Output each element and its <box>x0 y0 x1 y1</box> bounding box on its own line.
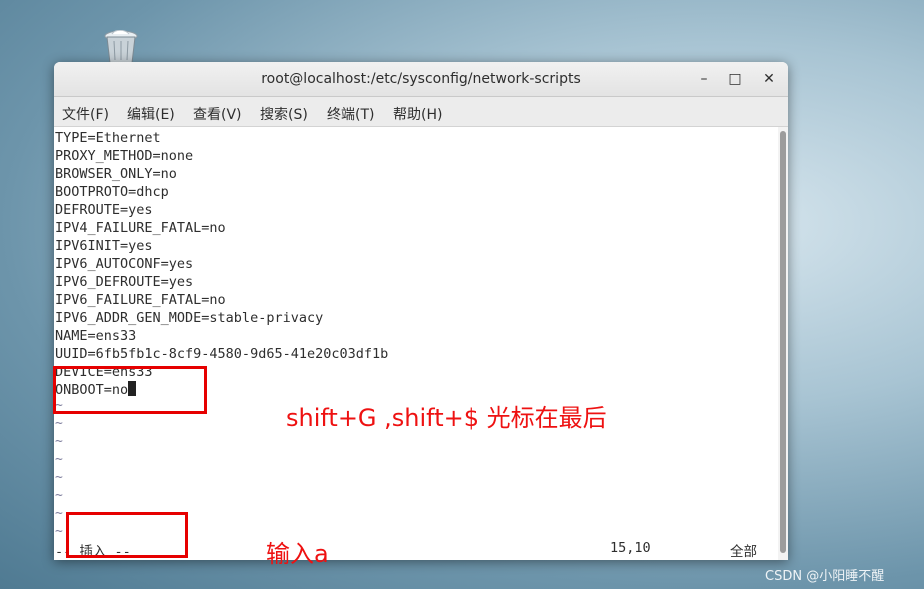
config-line: IPV6INIT=yes <box>55 238 153 254</box>
config-line: TYPE=Ethernet <box>55 130 161 146</box>
config-line: BROWSER_ONLY=no <box>55 166 177 182</box>
config-line: IPV6_AUTOCONF=yes <box>55 256 194 272</box>
scrollbar[interactable] <box>778 127 788 560</box>
title-bar[interactable]: root@localhost:/etc/sysconfig/network-sc… <box>54 62 788 97</box>
empty-line-marker: ~ <box>55 416 63 431</box>
scrollbar-thumb[interactable] <box>780 131 786 553</box>
terminal-window: root@localhost:/etc/sysconfig/network-sc… <box>54 62 788 560</box>
menu-edit[interactable]: 编辑(E) <box>127 104 175 124</box>
config-line: IPV6_DEFROUTE=yes <box>55 274 194 290</box>
config-line: UUID=6fb5fb1c-8cf9-4580-9d65-41e20c03df1… <box>55 346 389 362</box>
menu-help[interactable]: 帮助(H) <box>393 104 442 124</box>
menu-bar: 文件(F) 编辑(E) 查看(V) 搜索(S) 终端(T) 帮助(H) <box>54 97 788 127</box>
cursor-position: 15,10 <box>610 540 651 556</box>
config-line: PROXY_METHOD=none <box>55 148 194 164</box>
menu-search[interactable]: 搜索(S) <box>260 104 308 124</box>
config-line: NAME=ens33 <box>55 328 137 344</box>
menu-view[interactable]: 查看(V) <box>193 104 242 124</box>
config-line: IPV4_FAILURE_FATAL=no <box>55 220 226 236</box>
maximize-button[interactable]: □ <box>726 70 744 88</box>
empty-line-marker: ~ <box>55 452 63 467</box>
minimize-button[interactable]: – <box>695 70 713 88</box>
empty-line-marker: ~ <box>55 506 63 521</box>
annotation-note: shift+G ,shift+$ 光标在最后 <box>286 404 607 432</box>
empty-line-marker: ~ <box>55 488 63 503</box>
menu-terminal[interactable]: 终端(T) <box>327 104 374 124</box>
config-line: IPV6_FAILURE_FATAL=no <box>55 292 226 308</box>
menu-file[interactable]: 文件(F) <box>62 104 109 124</box>
config-line: DEFROUTE=yes <box>55 202 153 218</box>
close-button[interactable]: ✕ <box>760 70 778 88</box>
annotation-note: 输入a <box>266 540 329 568</box>
window-title: root@localhost:/etc/sysconfig/network-sc… <box>261 71 581 87</box>
watermark: CSDN @小阳睡不醒 <box>765 569 885 584</box>
empty-line-marker: ~ <box>55 470 63 485</box>
terminal-content[interactable]: TYPE=Ethernet PROXY_METHOD=none BROWSER_… <box>54 127 778 560</box>
highlight-box-onboot <box>53 366 207 414</box>
config-line: BOOTPROTO=dhcp <box>55 184 169 200</box>
highlight-box-insert-mode <box>66 512 188 558</box>
config-line: IPV6_ADDR_GEN_MODE=stable-privacy <box>55 310 324 326</box>
empty-line-marker: ~ <box>55 434 63 449</box>
scroll-position: 全部 <box>730 544 757 560</box>
empty-line-marker: ~ <box>55 524 63 539</box>
trash-icon[interactable] <box>103 29 139 64</box>
